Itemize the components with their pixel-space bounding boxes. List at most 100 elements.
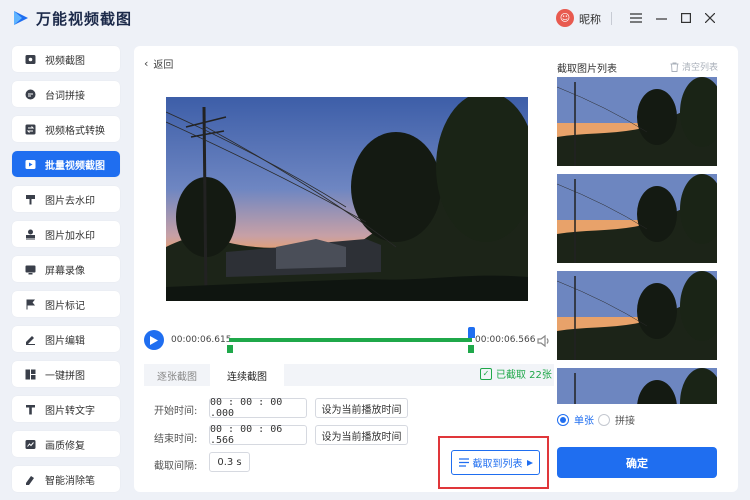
start-time-label: 开始时间: [154, 406, 198, 417]
current-time: 00:00:06.615 [171, 335, 232, 345]
app-title: 万能视频截图 [36, 10, 133, 28]
sidebar-item-label: 视频截图 [45, 55, 85, 67]
collage-icon [24, 368, 36, 380]
clear-list-label: 清空列表 [682, 63, 719, 73]
repair-icon [24, 438, 36, 450]
set-start-current-button[interactable]: 设为当前播放时间 [315, 398, 408, 418]
restore-icon [681, 13, 691, 23]
sidebar-item-remove-watermark[interactable]: 图片去水印 [12, 186, 120, 212]
check-icon: ✓ [480, 367, 492, 380]
image-icon [24, 53, 36, 65]
sidebar-item-label: 图片去水印 [45, 195, 95, 207]
captured-count-label: 已截取 22张 [496, 370, 552, 381]
sidebar-item-label: 图片标记 [45, 300, 85, 312]
playhead-marker[interactable] [468, 327, 475, 338]
interval-label: 截取间隔: [154, 461, 198, 472]
stamp-icon [24, 228, 36, 240]
option-single[interactable]: 单张 [557, 412, 594, 427]
sidebar-item-label: 批量视频截图 [45, 160, 105, 172]
record-icon [24, 263, 36, 275]
sidebar-item-collage[interactable]: 一键拼图 [12, 361, 120, 387]
sidebar-item-add-watermark[interactable]: 图片加水印 [12, 221, 120, 247]
timeline-track[interactable] [229, 338, 472, 342]
text-icon [24, 403, 36, 415]
set-end-current-button[interactable]: 设为当前播放时间 [315, 425, 408, 445]
convert-icon [24, 123, 36, 135]
menu-button[interactable] [626, 8, 646, 28]
video-preview[interactable] [166, 97, 528, 301]
back-label: 返回 [153, 60, 174, 71]
radio-stitch[interactable] [598, 413, 610, 426]
end-time-input[interactable]: 00 : 00 : 06 .566 [209, 424, 307, 446]
chevron-left-icon: ‹ [144, 57, 149, 70]
captured-count: ✓ 已截取 22张 [480, 366, 552, 381]
thumbnail[interactable] [557, 368, 717, 404]
arrow-right-icon [526, 459, 533, 466]
sidebar-item-label: 画质修复 [45, 440, 85, 452]
sidebar-item-label: 屏幕录像 [45, 265, 85, 277]
sidebar-item-label: 图片编辑 [45, 335, 85, 347]
play-button[interactable] [144, 330, 164, 350]
sidebar-item-format-convert[interactable]: 视频格式转换 [12, 116, 120, 142]
sidebar-item-quality-repair[interactable]: 画质修复 [12, 431, 120, 457]
radio-single[interactable] [557, 413, 569, 426]
volume-icon[interactable] [536, 333, 552, 349]
subtitle-icon [24, 88, 36, 100]
close-icon [705, 13, 715, 23]
image-list-title: 截取图片列表 [557, 64, 617, 75]
end-time-label: 结束时间: [154, 434, 198, 445]
capture-to-list-button[interactable]: 截取到列表 [451, 450, 540, 475]
back-button[interactable]: ‹ 返回 [144, 56, 173, 71]
minimize-button[interactable] [651, 8, 671, 28]
nickname[interactable]: 昵称 [579, 11, 601, 27]
option-single-label: 单张 [574, 416, 594, 427]
sidebar-item-label: 一键拼图 [45, 370, 85, 382]
sidebar-item-image-mark[interactable]: 图片标记 [12, 291, 120, 317]
minimize-icon [655, 17, 667, 20]
flag-icon [24, 298, 36, 310]
edit-icon [24, 333, 36, 345]
sidebar-item-label: 台词拼接 [45, 90, 85, 102]
end-time: 00:00:06.566 [475, 335, 536, 345]
range-start-handle[interactable] [227, 345, 233, 353]
tab-single-capture[interactable]: 逐张截图 [144, 364, 210, 386]
thumbnail[interactable] [557, 174, 717, 263]
thumbnail[interactable] [557, 271, 717, 360]
sidebar-item-batch-screenshot[interactable]: 批量视频截图 [12, 151, 120, 177]
main-panel: ‹ 返回 00:00:06.615 00:00:06.566 逐张截图 连续截图… [134, 46, 738, 492]
sidebar-item-label: 视频格式转换 [45, 125, 105, 137]
sidebar-item-label: 图片转文字 [45, 405, 95, 417]
play-icon [150, 335, 158, 345]
sidebar-item-label: 智能消除笔 [45, 475, 95, 487]
sidebar-item-video-screenshot[interactable]: 视频截图 [12, 46, 120, 72]
range-end-handle[interactable] [468, 345, 474, 353]
sidebar-item-smart-eraser[interactable]: 智能消除笔 [12, 466, 120, 492]
app-logo-icon [14, 11, 28, 25]
menu-icon [630, 13, 642, 23]
title-separator [611, 12, 612, 25]
thumbnail-list[interactable] [557, 77, 717, 404]
sidebar-item-image-to-text[interactable]: 图片转文字 [12, 396, 120, 422]
sidebar-item-subtitle-stitch[interactable]: 台词拼接 [12, 81, 120, 107]
option-stitch-label: 拼接 [615, 416, 635, 427]
confirm-button[interactable]: 确定 [557, 447, 717, 478]
erase-icon [24, 193, 36, 205]
interval-input[interactable]: 0.3 s [209, 452, 250, 472]
eraser-pen-icon [24, 473, 36, 485]
title-bar: 万能视频截图 ☺ 昵称 [0, 0, 750, 36]
sidebar-item-label: 图片加水印 [45, 230, 95, 242]
trash-icon [670, 62, 679, 72]
clear-list-button[interactable]: 清空列表 [670, 60, 718, 73]
thumbnail[interactable] [557, 77, 717, 166]
capture-to-list-label: 截取到列表 [472, 459, 523, 470]
restore-button[interactable] [676, 8, 696, 28]
start-time-input[interactable]: 00 : 00 : 00 .000 [209, 397, 307, 419]
avatar[interactable]: ☺ [556, 9, 574, 27]
close-button[interactable] [700, 8, 720, 28]
list-icon [458, 458, 469, 467]
tab-continuous-capture[interactable]: 连续截图 [210, 364, 284, 386]
sidebar-item-screen-record[interactable]: 屏幕录像 [12, 256, 120, 282]
batch-icon [24, 158, 36, 170]
option-stitch[interactable]: 拼接 [598, 412, 635, 427]
sidebar-item-image-edit[interactable]: 图片编辑 [12, 326, 120, 352]
